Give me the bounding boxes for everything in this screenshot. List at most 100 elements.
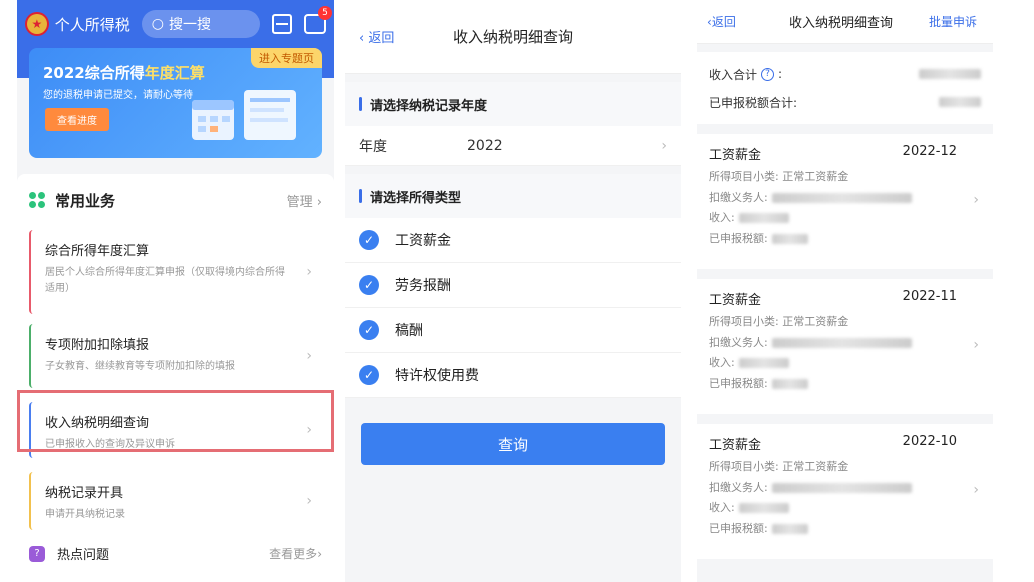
chevron-right-icon: › <box>306 493 312 509</box>
banner-title-highlight: 年度汇算 <box>144 64 205 82</box>
scan-icon[interactable] <box>272 14 293 34</box>
section-title: 常用业务 <box>55 191 116 210</box>
type-checkbox-labor[interactable]: ✓ 劳务报酬 <box>345 263 681 308</box>
service-title: 综合所得年度汇算 <box>45 244 150 259</box>
home-panel: ★ 个人所得税 ○ 搜一搜 5 进入专题页 2022综合所得年度汇算 您的退税申… <box>17 0 334 582</box>
tax-value <box>771 523 808 534</box>
income-total-row: 收入合计 ?: <box>709 60 981 88</box>
check-icon: ✓ <box>359 230 379 250</box>
calendar-illustration-icon <box>192 90 296 140</box>
chevron-right-icon: › <box>661 137 667 154</box>
page-title: 收入纳税明细查询 <box>788 16 893 31</box>
manage-link[interactable]: 管理 › <box>287 191 322 210</box>
service-annual-settlement[interactable]: 综合所得年度汇算 居民个人综合所得年度汇算申报（仅取得境内综合所得适用） › <box>29 230 322 314</box>
search-icon: ○ <box>151 16 164 32</box>
record-header: 工资薪金 2022-12 <box>709 144 981 163</box>
income-value <box>738 358 789 369</box>
record-date: 2022-11 <box>902 289 957 304</box>
record-income: 收入: <box>709 353 981 374</box>
nav-bar: ‹返回 收入纳税明细查询 批量申诉 <box>697 0 993 44</box>
subcategory-value: 正常工资薪金 <box>782 315 849 328</box>
withholder-label: 扣缴义务人: <box>709 480 768 494</box>
banner-wrap: 进入专题页 2022综合所得年度汇算 您的退税申请已提交，请耐心等待 查看进度 <box>17 48 334 158</box>
highlight-box <box>17 390 334 452</box>
record-date: 2022-10 <box>902 434 957 449</box>
service-desc: 居民个人综合所得年度汇算申报（仅取得境内综合所得适用） <box>45 267 285 294</box>
income-record[interactable]: 工资薪金 2022-11 所得项目小类: 正常工资薪金 扣缴义务人: 收入: 已… <box>697 279 993 414</box>
search-input[interactable]: ○ 搜一搜 <box>141 10 261 38</box>
withholder-value <box>771 192 912 203</box>
banner-topic-link[interactable]: 进入专题页 <box>251 48 322 68</box>
query-result-panel: ‹返回 收入纳税明细查询 批量申诉 收入合计 ?: 已申报税额合计: 工资薪金 … <box>697 0 993 582</box>
top-bar: ★ 个人所得税 ○ 搜一搜 5 <box>17 0 334 48</box>
income-label: 收入: <box>709 501 735 514</box>
manage-label: 管理 <box>286 194 313 210</box>
hot-questions-row[interactable]: ? 热点问题 查看更多› <box>29 530 322 577</box>
income-total-label: 收入合计 <box>709 67 758 82</box>
record-subcategory: 所得项目小类: 正常工资薪金 <box>709 457 981 478</box>
income-label: 收入: <box>709 356 735 369</box>
record-income: 收入: <box>709 208 981 229</box>
clover-icon <box>29 192 45 208</box>
tax-emblem-icon: ★ <box>25 12 49 36</box>
year-select[interactable]: 年度 2022 › <box>345 126 681 166</box>
record-date: 2022-12 <box>902 144 957 159</box>
record-income: 收入: <box>709 498 981 519</box>
record-withholder: 扣缴义务人: <box>709 188 981 209</box>
query-button[interactable]: 查询 <box>361 423 665 465</box>
tax-label: 已申报税额: <box>709 521 768 535</box>
question-bubble-icon: ? <box>29 545 45 562</box>
message-count-badge: 5 <box>317 6 332 20</box>
type-label: 劳务报酬 <box>395 278 451 294</box>
view-progress-button[interactable]: 查看进度 <box>45 108 109 131</box>
type-section-header: 请选择所得类型 <box>345 174 681 218</box>
chevron-right-icon: › <box>306 348 312 364</box>
record-title: 工资薪金 <box>709 438 762 453</box>
search-placeholder: 搜一搜 <box>168 17 211 33</box>
record-header: 工资薪金 2022-11 <box>709 289 981 308</box>
record-title: 工资薪金 <box>709 148 762 163</box>
service-title: 纳税记录开具 <box>45 486 124 501</box>
back-button[interactable]: ‹返回 <box>707 13 736 30</box>
type-label: 特许权使用费 <box>395 368 479 384</box>
help-icon[interactable]: ? <box>761 67 775 81</box>
service-special-deduction[interactable]: 专项附加扣除填报 子女教育、继续教育等专项附加扣除的填报 › <box>29 324 322 388</box>
subcategory-label: 所得项目小类: <box>709 460 779 473</box>
tax-label: 已申报税额: <box>709 376 768 390</box>
chevron-right-icon: › <box>306 264 312 280</box>
see-more-label: 查看更多 <box>269 547 318 561</box>
withholder-label: 扣缴义务人: <box>709 335 768 349</box>
back-button[interactable]: ‹ 返回 <box>359 27 394 46</box>
income-record[interactable]: 工资薪金 2022-12 所得项目小类: 正常工资薪金 扣缴义务人: 收入: 已… <box>697 134 993 269</box>
year-label: 年度 <box>359 138 387 155</box>
record-withholder: 扣缴义务人: <box>709 478 981 499</box>
income-record[interactable]: 工资薪金 2022-10 所得项目小类: 正常工资薪金 扣缴义务人: 收入: 已… <box>697 424 993 559</box>
year-section-header: 请选择纳税记录年度 <box>345 82 681 126</box>
record-withholder: 扣缴义务人: <box>709 333 981 354</box>
batch-appeal-button[interactable]: 批量申诉 <box>929 13 977 30</box>
income-label: 收入: <box>709 211 735 224</box>
service-title: 专项附加扣除填报 <box>45 338 150 353</box>
record-header: 工资薪金 2022-10 <box>709 434 981 453</box>
query-form-panel: ‹ 返回 收入纳税明细查询 请选择纳税记录年度 年度 2022 › 请选择所得类… <box>345 0 681 582</box>
chevron-right-icon: › <box>973 337 979 353</box>
annual-settlement-banner[interactable]: 进入专题页 2022综合所得年度汇算 您的退税申请已提交，请耐心等待 查看进度 <box>29 48 322 158</box>
message-icon[interactable]: 5 <box>304 6 332 34</box>
hot-questions-title: 热点问题 <box>57 548 110 563</box>
type-label: 工资薪金 <box>395 233 451 249</box>
tax-value <box>771 233 808 244</box>
type-checkbox-franchise[interactable]: ✓ 特许权使用费 <box>345 353 681 398</box>
type-checkbox-salary[interactable]: ✓ 工资薪金 <box>345 218 681 263</box>
see-more-link[interactable]: 查看更多› <box>269 545 322 562</box>
withholder-value <box>771 337 912 348</box>
type-checkbox-royalty[interactable]: ✓ 稿酬 <box>345 308 681 353</box>
tax-value <box>771 378 808 389</box>
check-icon: ✓ <box>359 275 379 295</box>
page-title: 收入纳税明细查询 <box>452 28 573 46</box>
subcategory-label: 所得项目小类: <box>709 315 779 328</box>
service-tax-record[interactable]: 纳税记录开具 申请开具纳税记录 › <box>29 472 322 530</box>
subcategory-value: 正常工资薪金 <box>782 170 849 183</box>
chevron-right-icon: › <box>973 482 979 498</box>
service-desc: 申请开具纳税记录 <box>45 509 125 520</box>
service-desc: 子女教育、继续教育等专项附加扣除的填报 <box>45 361 235 372</box>
